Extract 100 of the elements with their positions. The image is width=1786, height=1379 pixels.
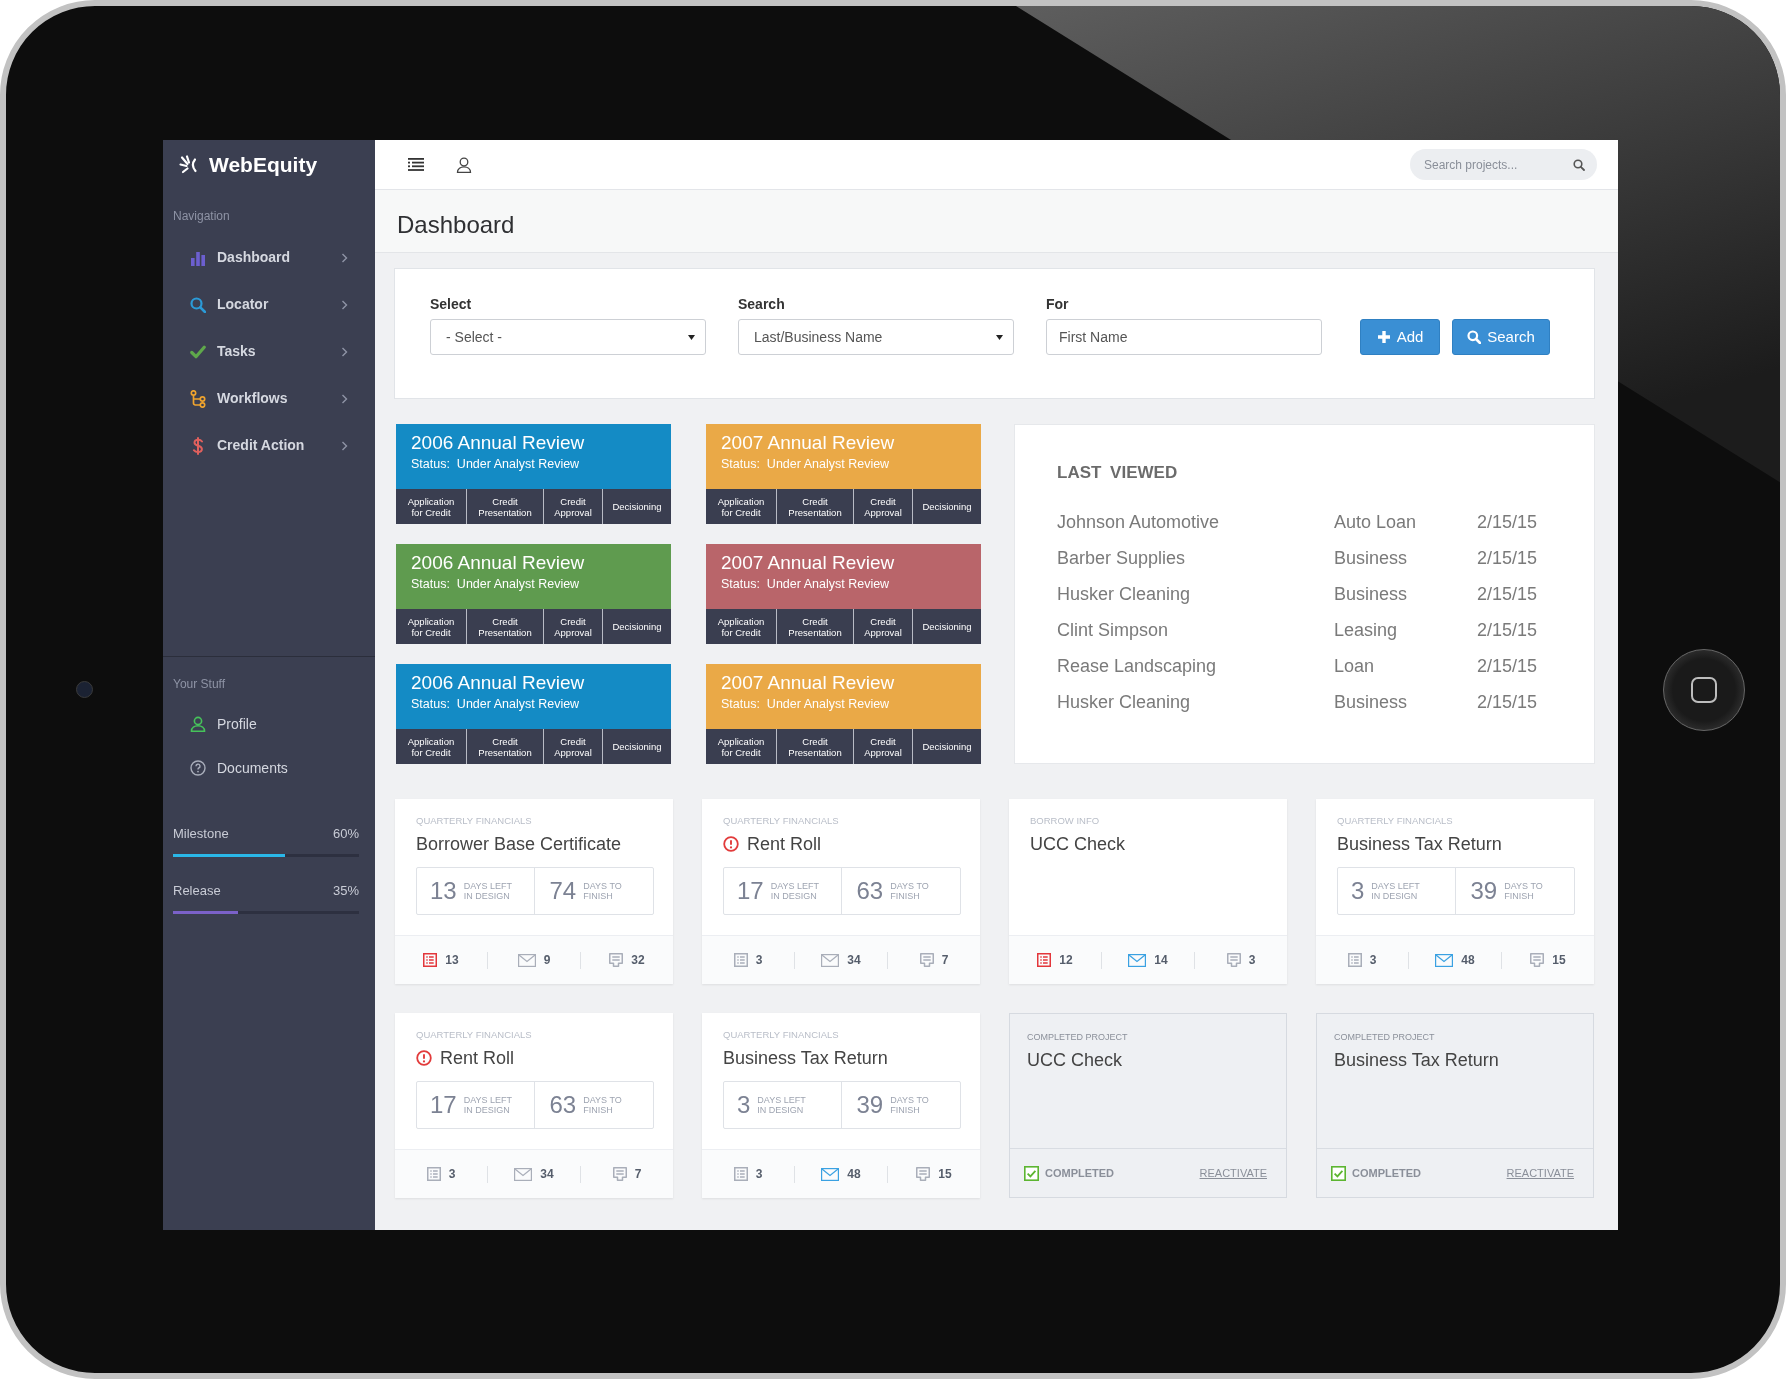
card-title: Rent Roll [440, 1047, 515, 1069]
days-label: DAYS LEFT IN DESIGN [770, 881, 820, 901]
count-label: 14 [1154, 952, 1168, 969]
card-title: Business Tax Return [1337, 833, 1502, 855]
search-icon [190, 296, 206, 313]
card-title: UCC Check [1027, 1049, 1124, 1071]
select-field[interactable]: - Select - [430, 319, 706, 355]
caret-icon [688, 334, 695, 340]
count-label: 3 [1248, 952, 1256, 969]
field-label: For [1046, 295, 1070, 313]
nav-item[interactable]: Locator [163, 281, 375, 328]
chevron-icon [341, 346, 348, 357]
card-category: COMPLETED PROJECT [1334, 1031, 1436, 1043]
viewed-date: 2/15/15 [1477, 546, 1539, 570]
user-icon[interactable] [456, 156, 472, 173]
count-label: 9 [543, 952, 551, 969]
status-label: COMPLETED [1352, 1165, 1422, 1181]
client-name[interactable]: Clint Simpson [1057, 612, 1334, 648]
progress-value: 60% [332, 826, 359, 842]
card-category: QUARTERLY FINANCIALS [723, 815, 840, 827]
page-title: Dashboard [397, 211, 515, 239]
client-name[interactable]: Husker Cleaning [1057, 576, 1334, 612]
review-status: Status: Under Analyst Review [721, 576, 891, 592]
count-label: 34 [847, 952, 861, 969]
field-label: Select [430, 295, 473, 313]
review-title: 2007 Annual Review [721, 672, 896, 694]
days-count: 39 [856, 1092, 884, 1118]
select-field[interactable]: Last/Business Name [738, 319, 1014, 355]
days-count: 13 [430, 878, 457, 904]
card-category: QUARTERLY FINANCIALS [723, 1029, 840, 1041]
loan-type: Loan [1334, 654, 1376, 678]
count-label: 15 [1552, 952, 1566, 969]
days-count: 3 [737, 1092, 751, 1118]
days-count: 63 [856, 878, 884, 904]
review-title: 2006 Annual Review [411, 672, 586, 694]
client-name[interactable]: Barber Supplies [1057, 540, 1334, 576]
chevron-icon [341, 252, 348, 263]
viewed-date: 2/15/15 [1477, 654, 1539, 678]
days-label: DAYS TO FINISH [890, 881, 930, 901]
app-logo-text: WebEquity [209, 152, 318, 179]
viewed-date: 2/15/15 [1477, 582, 1539, 606]
search-field[interactable]: Search projects... [1410, 149, 1597, 180]
card-category: COMPLETED PROJECT [1027, 1031, 1129, 1043]
nav-item[interactable]: Credit Action [163, 422, 375, 469]
help-icon [190, 760, 206, 776]
count-label: 48 [1461, 952, 1475, 969]
review-status: Status: Under Analyst Review [411, 456, 581, 472]
progress-value: 35% [332, 883, 359, 899]
sidebar-link[interactable]: Profile [163, 702, 375, 746]
viewed-date: 2/15/15 [1477, 618, 1539, 642]
count-label: 3 [755, 952, 763, 969]
search-icon [1573, 159, 1585, 171]
card-title: Business Tax Return [723, 1047, 888, 1069]
section-heading: Your Stuff [172, 676, 227, 691]
days-count: 39 [1470, 878, 1498, 904]
client-name[interactable]: Husker Cleaning [1057, 684, 1334, 720]
nav-item[interactable]: Workflows [163, 375, 375, 422]
checkbox[interactable] [1024, 1165, 1039, 1181]
caret-icon [996, 334, 1003, 340]
client-name[interactable]: Johnson Automotive [1057, 504, 1334, 540]
count-label: 48 [847, 1166, 861, 1183]
review-title: 2006 Annual Review [411, 552, 586, 574]
card-category: QUARTERLY FINANCIALS [1337, 815, 1454, 827]
field-label: Search [738, 295, 786, 313]
menu-icon[interactable] [408, 158, 424, 171]
search-icon [1467, 330, 1482, 344]
review-title: 2007 Annual Review [721, 432, 896, 454]
days-label: DAYS LEFT IN DESIGN [463, 1095, 513, 1115]
chevron-icon [341, 299, 348, 310]
review-status: Status: Under Analyst Review [721, 696, 891, 712]
loan-type: Business [1334, 582, 1409, 606]
status-label: COMPLETED [1045, 1165, 1115, 1181]
count-label: 7 [634, 1166, 642, 1183]
card-category: QUARTERLY FINANCIALS [416, 1029, 533, 1041]
nav-item[interactable]: Tasks [163, 328, 375, 375]
plus-icon [1376, 330, 1391, 344]
count-label: 15 [938, 1166, 952, 1183]
count-label: 13 [445, 952, 459, 969]
viewed-date: 2/15/15 [1477, 510, 1539, 534]
days-count: 74 [549, 878, 577, 904]
sidebar-link[interactable]: Documents [163, 746, 375, 790]
text-field[interactable]: First Name [1046, 319, 1322, 355]
count-label: 32 [631, 952, 645, 969]
review-status: Status: Under Analyst Review [411, 576, 581, 592]
checkbox[interactable] [1331, 1165, 1346, 1181]
card-category: BORROW INFO [1030, 815, 1101, 827]
card-title: Rent Roll [747, 833, 822, 855]
chevron-icon [341, 393, 348, 404]
count-label: 3 [1369, 952, 1377, 969]
days-count: 17 [737, 878, 764, 904]
branch-icon [190, 389, 206, 408]
dollar-icon [192, 436, 204, 455]
review-title: 2006 Annual Review [411, 432, 586, 454]
progress-label: Release [173, 883, 221, 899]
client-name[interactable]: Rease Landscaping [1057, 648, 1334, 684]
review-status: Status: Under Analyst Review [411, 696, 581, 712]
count-label: 3 [448, 1166, 456, 1183]
loan-type: Business [1334, 546, 1409, 570]
review-status: Status: Under Analyst Review [721, 456, 891, 472]
nav-item[interactable]: Dashboard [163, 234, 375, 281]
